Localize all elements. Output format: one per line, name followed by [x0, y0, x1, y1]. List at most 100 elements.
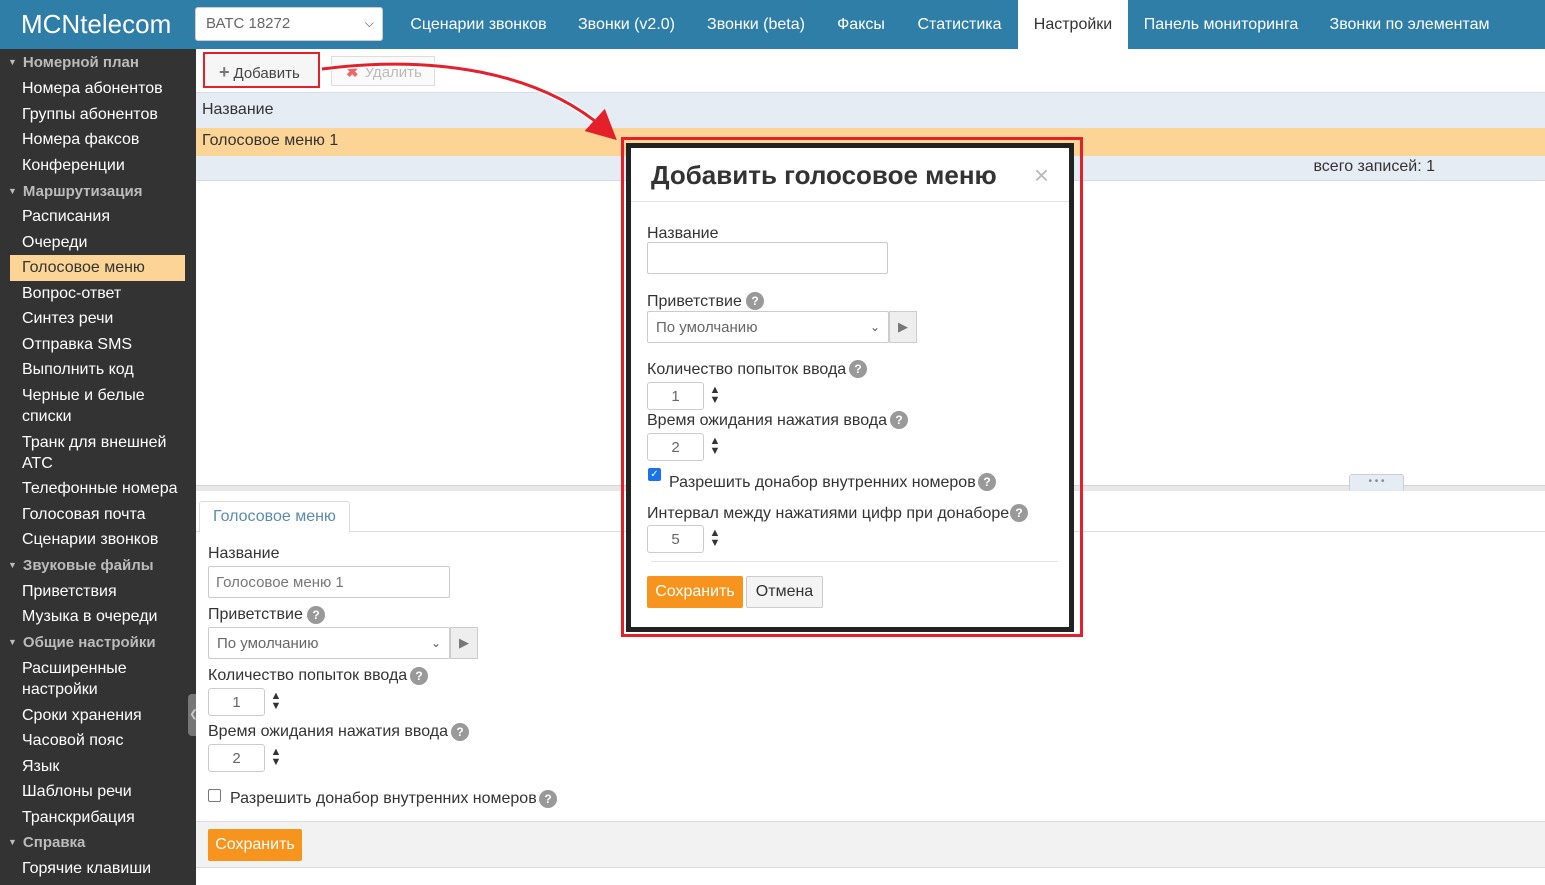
help-icon[interactable]: ?: [1010, 504, 1028, 522]
column-header-name[interactable]: Название: [202, 101, 274, 119]
delete-button-label: Удалить: [364, 64, 422, 81]
sidebar-item-subscriber-groups[interactable]: Группы абонентов: [22, 104, 158, 125]
sidebar-item-language[interactable]: Язык: [22, 756, 59, 777]
sidebar-item-external-trunk[interactable]: Транк для внешней: [22, 432, 166, 453]
sidebar-section-label: Справка: [22, 834, 86, 851]
tab-faxes[interactable]: Факсы: [821, 0, 901, 49]
help-icon[interactable]: ?: [410, 667, 428, 685]
tab-calls-v2[interactable]: Звонки (v2.0): [562, 0, 691, 49]
sidebar-item-phone-numbers[interactable]: Телефонные номера: [22, 478, 177, 499]
tab-calls-by-elements[interactable]: Звонки по элементам: [1314, 0, 1505, 49]
sidebar-item-voice-menu[interactable]: Голосовое меню: [22, 257, 145, 278]
sidebar-item-execute-code[interactable]: Выполнить код: [22, 359, 134, 380]
detail-allow-dial-checkbox[interactable]: [208, 789, 221, 802]
modal-greeting-value: По умолчанию: [656, 319, 758, 336]
modal-cancel-button[interactable]: Отмена: [746, 576, 823, 608]
modal-attempts-spinner[interactable]: 1: [647, 382, 704, 410]
logo: MCNtelecom: [21, 9, 172, 39]
modal-name-input[interactable]: [647, 242, 888, 274]
help-icon[interactable]: ?: [307, 606, 325, 624]
sidebar-item-schedules[interactable]: Расписания: [22, 206, 110, 227]
detail-attempts-spinner[interactable]: 1: [208, 688, 265, 716]
modal-allow-dial-checkbox[interactable]: ✓: [648, 468, 661, 481]
modal-save-button[interactable]: Сохранить: [647, 576, 743, 608]
sidebar-item-question-answer[interactable]: Вопрос-ответ: [22, 283, 121, 304]
spinner-arrows-icon[interactable]: ▲ ▼: [269, 691, 283, 715]
sidebar-section-routing[interactable]: ▼ Маршрутизация: [8, 183, 142, 200]
spinner-arrows-icon[interactable]: ▲ ▼: [269, 747, 283, 771]
delete-button[interactable]: ✖ Удалить: [331, 56, 435, 86]
detail-greeting-select[interactable]: По умолчанию ⌄: [208, 627, 450, 659]
sidebar-item-speech-synthesis[interactable]: Синтез речи: [22, 308, 113, 329]
sidebar-item-hotkeys[interactable]: Горячие клавиши: [22, 858, 151, 879]
sidebar-item-black-white-lists-line2[interactable]: списки: [22, 406, 72, 427]
sidebar-item-send-sms[interactable]: Отправка SMS: [22, 334, 132, 355]
sidebar: ▼ Номерной план Номера абонентов Группы а…: [0, 49, 196, 885]
sidebar-section-label: Номерной план: [22, 54, 139, 71]
sidebar-item-subscriber-numbers[interactable]: Номера абонентов: [22, 78, 163, 99]
sidebar-item-fax-numbers[interactable]: Номера факсов: [22, 129, 139, 150]
save-bar: [196, 821, 1545, 868]
detail-greeting-label: Приветствие: [208, 606, 303, 623]
modal-name-label: Название: [647, 225, 719, 242]
sidebar-item-advanced-settings[interactable]: Расширенные: [22, 658, 127, 679]
help-icon[interactable]: ?: [746, 292, 764, 310]
sidebar-item-timezone[interactable]: Часовой пояс: [22, 730, 123, 751]
sidebar-item-greetings[interactable]: Приветствия: [22, 581, 117, 602]
tab-call-scenarios[interactable]: Сценарии звонков: [395, 0, 562, 49]
modal-greeting-select[interactable]: По умолчанию ⌄: [647, 311, 889, 343]
sidebar-section-general-settings[interactable]: ▼ Общие настройки: [8, 634, 156, 651]
add-button-label: Добавить: [233, 65, 300, 82]
help-icon[interactable]: ?: [539, 790, 557, 808]
chevron-down-icon: ⌵: [364, 16, 374, 30]
plus-icon: +: [219, 62, 230, 82]
tab-calls-beta[interactable]: Звонки (beta): [691, 0, 821, 49]
spinner-arrows-icon[interactable]: ▲ ▼: [708, 385, 722, 409]
sidebar-item-queue-music[interactable]: Музыка в очереди: [22, 606, 157, 627]
detail-save-button[interactable]: Сохранить: [208, 829, 302, 861]
play-button[interactable]: ▶: [450, 627, 478, 659]
help-icon[interactable]: ?: [849, 360, 867, 378]
detail-wait-spinner[interactable]: 2: [208, 744, 265, 772]
modal-divider: [631, 201, 1069, 202]
splitter-handle[interactable]: • • •: [1349, 474, 1404, 490]
help-icon[interactable]: ?: [978, 473, 996, 491]
sidebar-item-black-white-lists[interactable]: Черные и белые: [22, 385, 145, 406]
modal-interval-spinner[interactable]: 5: [647, 525, 704, 553]
sidebar-item-call-scenarios[interactable]: Сценарии звонков: [22, 529, 158, 550]
add-button[interactable]: + Добавить: [203, 52, 320, 88]
spinner-arrows-icon[interactable]: ▲ ▼: [708, 436, 722, 460]
detail-greeting-value: По умолчанию: [217, 635, 319, 652]
close-icon[interactable]: ×: [1034, 160, 1049, 191]
sidebar-item-advanced-settings-line2[interactable]: настройки: [22, 679, 98, 700]
spinner-arrows-icon[interactable]: ▲ ▼: [708, 528, 722, 552]
detail-attempts-label: Количество попыток ввода: [208, 667, 408, 684]
tab-monitoring-panel[interactable]: Панель мониторинга: [1128, 0, 1314, 49]
detail-name-input[interactable]: Голосовое меню 1: [208, 566, 450, 598]
play-button[interactable]: ▶: [889, 311, 917, 343]
sidebar-item-transcription[interactable]: Транскрибация: [22, 807, 135, 828]
tab-settings[interactable]: Настройки: [1018, 0, 1128, 49]
sidebar-section-sound-files[interactable]: ▼ Звуковые файлы: [8, 557, 154, 574]
tab-voice-menu[interactable]: Голосовое меню: [199, 501, 350, 533]
chevron-down-icon: ⌄: [869, 320, 880, 334]
sidebar-item-retention[interactable]: Сроки хранения: [22, 705, 142, 726]
help-icon[interactable]: ?: [451, 723, 469, 741]
modal-wait-spinner[interactable]: 2: [647, 433, 704, 461]
triangle-down-icon: ▼: [8, 560, 17, 570]
sidebar-item-voicemail[interactable]: Голосовая почта: [22, 504, 146, 525]
sidebar-item-external-trunk-line2[interactable]: АТС: [22, 453, 53, 474]
detail-name-label: Название: [208, 545, 280, 562]
sidebar-section-numbering[interactable]: ▼ Номерной план: [8, 54, 139, 71]
sidebar-item-queues[interactable]: Очереди: [22, 232, 87, 253]
detail-wait-label: Время ожидания нажатия ввода: [208, 723, 449, 740]
sidebar-section-help[interactable]: ▼ Справка: [8, 834, 85, 851]
tab-statistics[interactable]: Статистика: [901, 0, 1018, 49]
help-icon[interactable]: ?: [890, 411, 908, 429]
triangle-down-icon: ▼: [8, 837, 17, 847]
chevron-down-icon: ⌄: [430, 636, 441, 650]
modal-wait-label: Время ожидания нажатия ввода: [647, 412, 888, 429]
sidebar-item-conferences[interactable]: Конференции: [22, 155, 125, 176]
pbx-select[interactable]: ВАТС 18272 ⌵: [195, 7, 383, 41]
sidebar-item-speech-templates[interactable]: Шаблоны речи: [22, 781, 132, 802]
